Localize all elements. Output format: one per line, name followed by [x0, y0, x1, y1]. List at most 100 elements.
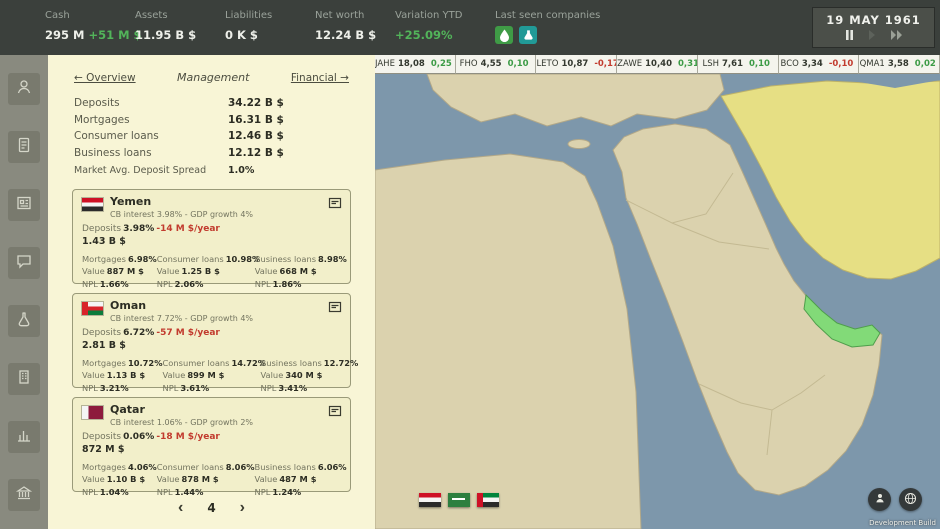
chart-icon — [15, 426, 33, 448]
ticker-item[interactable]: FHO 4,55 0,10 — [455, 55, 537, 74]
stat-liabilities: Liabilities 0 K $ — [225, 10, 315, 55]
product-mortgages: Mortgages 6.98% Value 887 M $ NPL 1.66% — [82, 253, 157, 289]
deposit-value: 2.81 B $ — [82, 339, 126, 351]
country-name: Oman — [110, 298, 147, 312]
ticker-item[interactable]: ZAWE 10,40 0,31 — [617, 55, 698, 74]
summary-row: Consumer loans 12.46 B $ — [74, 130, 284, 142]
play-icon[interactable] — [868, 30, 876, 40]
stat-variation-value: +25.09% — [395, 28, 453, 42]
country-meta: CB interest 7.72% - GDP growth 4% — [110, 313, 254, 323]
game-window: Cash 295 M +51 M $ Assets 11.95 B $ Liab… — [0, 0, 940, 529]
ticker-item[interactable]: JAHE 18,08 0,25 — [375, 55, 456, 74]
company-flask-icon[interactable] — [519, 26, 537, 44]
summary-row: Deposits 34.22 B $ — [74, 97, 284, 109]
country-name: Qatar — [110, 402, 145, 416]
stock-ticker: JAHE 18,08 0,25 FHO 4,55 0,10 LETO 10,87 -0,17… — [375, 55, 940, 74]
product-mortgages: Mortgages 10.72% Value 1.13 B $ NPL 3.21% — [82, 357, 163, 393]
ticker-item[interactable]: LETO 10,87 -0,17 — [536, 55, 618, 74]
fast-forward-icon[interactable] — [890, 30, 903, 40]
totals-summary: Deposits 34.22 B $ Mortgages 16.31 B $ Con… — [48, 84, 375, 180]
stat-assets-label: Assets — [135, 10, 168, 21]
stat-assets: Assets 11.95 B $ — [135, 10, 225, 55]
stat-liabilities-label: Liabilities — [225, 10, 273, 21]
company-droplet-icon[interactable] — [495, 26, 513, 44]
page-number: 4 — [207, 500, 216, 515]
stat-cash-label: Cash — [45, 10, 70, 21]
deposit-value: 1.43 B $ — [82, 235, 126, 247]
person-icon — [874, 492, 886, 507]
ticker-item[interactable]: QMA1 3,58 0,02 — [859, 55, 940, 74]
ticker-item[interactable]: BCO 3,34 -0,10 — [778, 55, 860, 74]
chat-icon — [15, 252, 33, 274]
map-corner-buttons — [868, 488, 922, 511]
nav-current-page: Management — [176, 71, 250, 84]
sidebar-item-building[interactable] — [8, 363, 40, 395]
product-consumer-loans: Consumer loans 10.98% Value 1.25 B $ NPL 2.… — [156, 253, 261, 289]
sidebar-item-flask[interactable] — [8, 305, 40, 337]
stat-net-worth-value: 12.24 B $ — [315, 28, 377, 42]
top-stats-bar: Cash 295 M +51 M $ Assets 11.95 B $ Liab… — [0, 0, 940, 55]
building-icon — [15, 368, 33, 390]
nav-overview-link[interactable]: ← Overview — [74, 72, 136, 84]
map-flag-saudi-icon[interactable] — [448, 493, 470, 507]
country-detail-button[interactable] — [328, 197, 342, 209]
document-icon — [15, 136, 33, 158]
stat-cash: Cash 295 M +51 M $ — [45, 10, 142, 55]
dev-build-label: Development Build — [869, 519, 936, 527]
game-date: 19 MAY 1961 — [826, 13, 921, 27]
last-seen-companies: Last seen companies — [495, 10, 645, 55]
summary-row: Mortgages 16.31 B $ — [74, 113, 284, 126]
globe-icon — [904, 492, 917, 508]
report-icon — [15, 194, 33, 216]
country-name: Yemen — [110, 194, 152, 208]
management-panel: ← Overview Management Financial → Deposi… — [48, 55, 375, 529]
main-sidebar — [0, 55, 48, 529]
nav-financial-link[interactable]: Financial → — [291, 72, 349, 84]
person-view-button[interactable] — [868, 488, 891, 511]
yemen-flag-icon — [82, 197, 103, 211]
product-business-loans: Business loans 12.72% Value 340 M $ NPL 3.4… — [260, 357, 359, 393]
product-business-loans: Business loans 6.06% Value 487 M $ NPL 1.24… — [254, 461, 347, 497]
product-consumer-loans: Consumer loans 14.72% Value 899 M $ NPL 3.6… — [162, 357, 267, 393]
deposit-delta: -57 M $/year — [156, 327, 220, 338]
sidebar-item-report[interactable] — [8, 189, 40, 221]
globe-view-button[interactable] — [899, 488, 922, 511]
page-next-button[interactable]: › — [240, 499, 245, 515]
product-consumer-loans: Consumer loans 8.06% Value 878 M $ NPL 1.44… — [156, 461, 255, 497]
pause-icon[interactable] — [845, 30, 854, 40]
world-map[interactable]: Development Build — [375, 74, 940, 529]
country-card-yemen: Yemen CB interest 3.98% - GDP growth 4% … — [72, 188, 351, 289]
last-seen-label: Last seen companies — [495, 10, 601, 21]
country-meta: CB interest 1.06% - GDP growth 2% — [110, 417, 254, 427]
date-panel: 19 MAY 1961 — [812, 7, 935, 48]
country-detail-button[interactable] — [328, 405, 342, 417]
stat-net-worth: Net worth 12.24 B $ — [315, 10, 395, 55]
map-flag-yemen-icon[interactable] — [419, 493, 441, 507]
person-icon — [15, 78, 33, 100]
product-business-loans: Business loans 8.98% Value 668 M $ NPL 1.86… — [254, 253, 347, 289]
stat-net-worth-label: Net worth — [315, 10, 365, 21]
sidebar-item-chart[interactable] — [8, 421, 40, 453]
stat-assets-value: 11.95 B $ — [135, 28, 197, 42]
qatar-flag-icon — [82, 405, 103, 419]
country-card-qatar: Qatar CB interest 1.06% - GDP growth 2% … — [72, 396, 351, 497]
country-detail-button[interactable] — [328, 301, 342, 313]
flask-icon — [15, 310, 33, 332]
deposit-delta: -14 M $/year — [156, 223, 220, 234]
panel-nav: ← Overview Management Financial → — [48, 55, 375, 84]
stat-cash-delta: +51 M $ — [88, 28, 142, 42]
sidebar-item-document[interactable] — [8, 131, 40, 163]
map-canvas — [375, 74, 940, 529]
pagination: ‹ 4 › — [48, 499, 375, 515]
sidebar-item-person[interactable] — [8, 73, 40, 105]
map-flag-uae-icon[interactable] — [477, 493, 499, 507]
summary-row: Market Avg. Deposit Spread 1.0% — [74, 165, 255, 176]
stat-liabilities-value: 0 K $ — [225, 28, 258, 42]
ticker-item[interactable]: LSH 7,61 0,10 — [697, 55, 779, 74]
deposit-value: 872 M $ — [82, 443, 125, 455]
stat-variation-ytd: Variation YTD +25.09% — [395, 10, 495, 55]
sidebar-item-bank[interactable] — [8, 479, 40, 511]
page-prev-button[interactable]: ‹ — [178, 499, 183, 515]
sidebar-item-chat[interactable] — [8, 247, 40, 279]
deposit-delta: -18 M $/year — [156, 431, 220, 442]
